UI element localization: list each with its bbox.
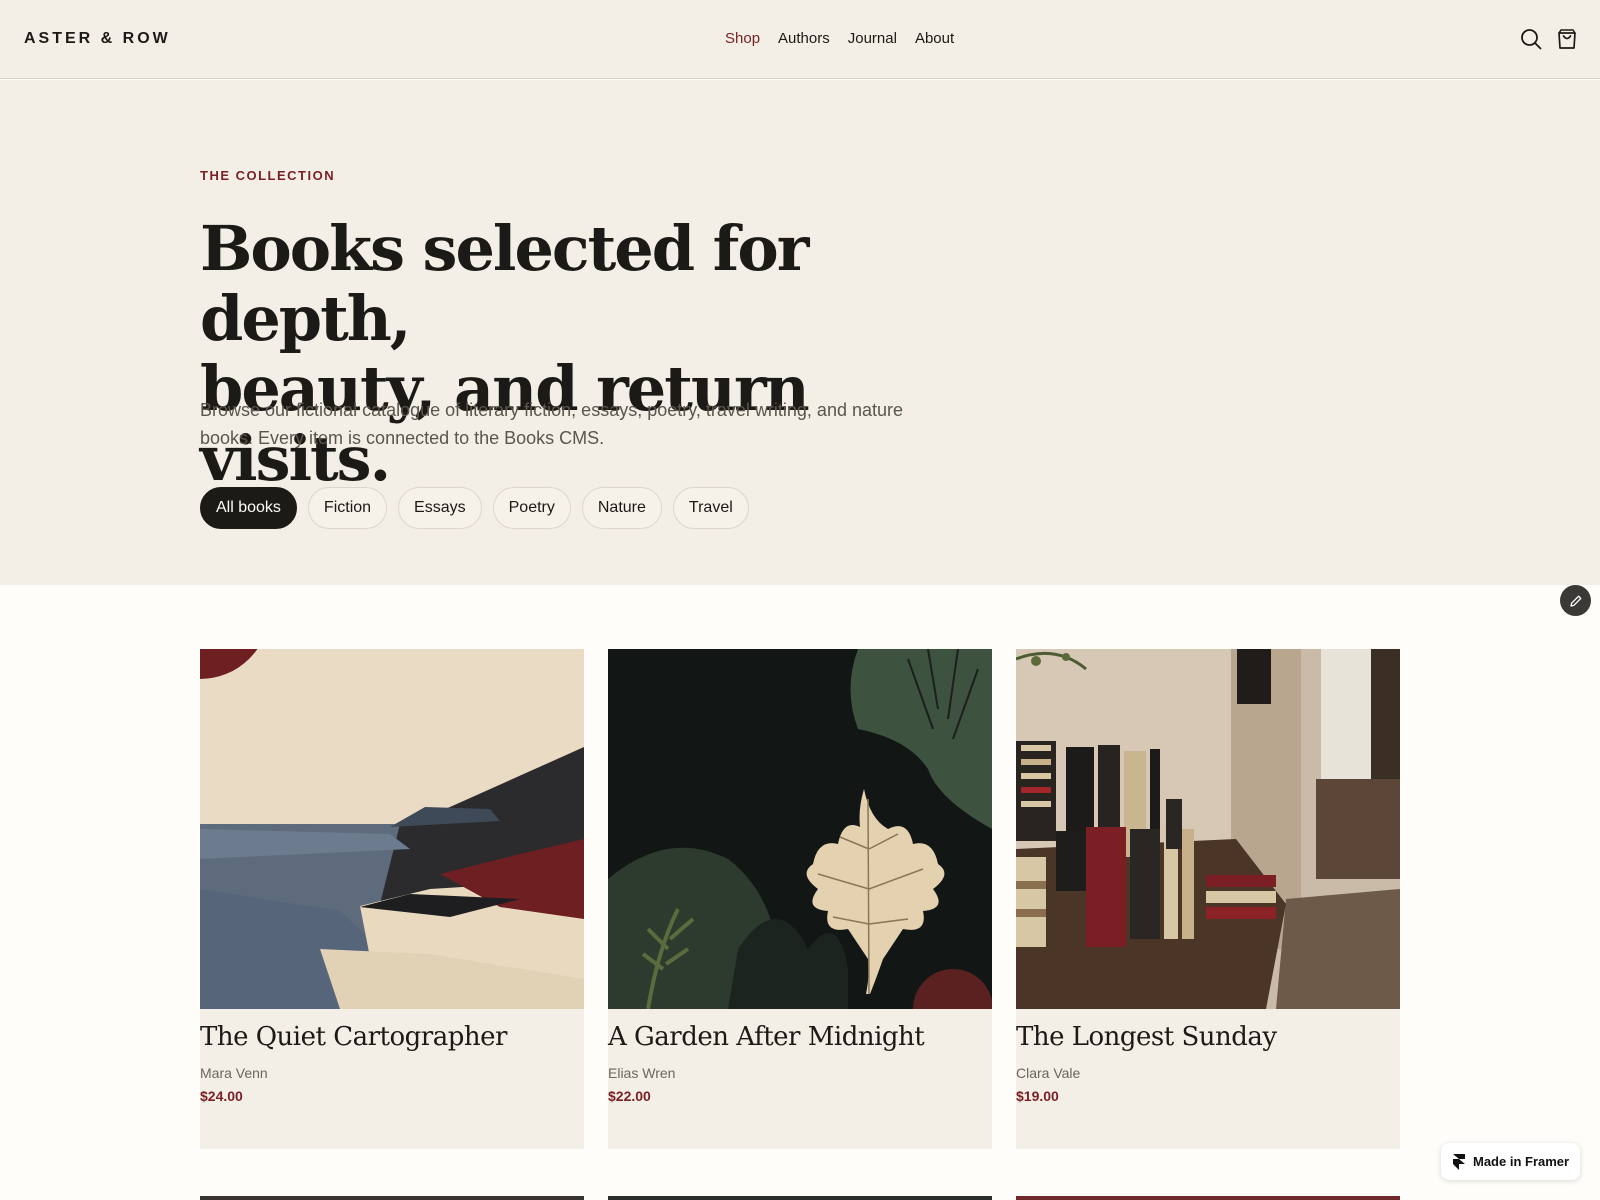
book-author: Mara Venn [200, 1065, 268, 1081]
cart-icon[interactable] [1556, 28, 1578, 50]
collection-hero: THE COLLECTION Books selected for depth,… [0, 80, 1600, 585]
top-navigation-bar: ASTER & ROW Shop Authors Journal About [0, 0, 1600, 79]
book-price: $24.00 [200, 1088, 243, 1104]
book-cover-image [1016, 649, 1400, 1009]
category-filters: All books Fiction Essays Poetry Nature T… [200, 487, 749, 529]
page-title-line-1: Books selected for depth, [200, 212, 809, 355]
nav-item-about[interactable]: About [915, 30, 954, 47]
filter-nature[interactable]: Nature [581, 487, 662, 529]
made-in-framer-label: Made in Framer [1473, 1154, 1570, 1169]
book-title[interactable]: The Longest Sunday [1016, 1022, 1277, 1052]
filter-travel[interactable]: Travel [672, 487, 749, 529]
book-title[interactable]: The Quiet Cartographer [200, 1022, 507, 1052]
framer-logo-icon [1453, 1153, 1465, 1170]
nav-item-authors[interactable]: Authors [778, 30, 830, 47]
filter-all-books[interactable]: All books [200, 487, 297, 529]
book-card[interactable]: The Quiet Cartographer Mara Venn $24.00 [200, 649, 584, 1149]
next-row-card-peek [608, 1196, 992, 1200]
book-card[interactable]: A Garden After Midnight Elias Wren $22.0… [608, 649, 992, 1149]
book-price: $19.00 [1016, 1088, 1059, 1104]
page-description: Browse our fictional catalogue of litera… [200, 400, 904, 448]
edit-pencil-button[interactable] [1560, 585, 1591, 616]
next-row-card-peek [1016, 1196, 1400, 1200]
made-in-framer-badge[interactable]: Made in Framer [1441, 1143, 1580, 1180]
brand-logo[interactable]: ASTER & ROW [24, 30, 171, 48]
book-title[interactable]: A Garden After Midnight [608, 1022, 925, 1052]
main-nav: Shop Authors Journal About [725, 30, 954, 47]
book-price: $22.00 [608, 1088, 651, 1104]
book-cover-image [608, 649, 992, 1009]
book-author: Clara Vale [1016, 1065, 1081, 1081]
filter-poetry[interactable]: Poetry [492, 487, 571, 529]
search-icon[interactable] [1520, 28, 1542, 50]
section-eyebrow: THE COLLECTION [200, 168, 336, 183]
filter-essays[interactable]: Essays [398, 487, 482, 529]
header-actions [1520, 28, 1578, 50]
pencil-icon [1569, 595, 1581, 607]
filter-fiction[interactable]: Fiction [307, 487, 388, 529]
page-title: Books selected for depth, beauty, and re… [200, 214, 960, 494]
next-row-card-peek [200, 1196, 584, 1200]
nav-item-shop[interactable]: Shop [725, 30, 760, 47]
nav-item-journal[interactable]: Journal [848, 30, 897, 47]
book-cover-image [200, 649, 584, 1009]
book-card[interactable]: The Longest Sunday Clara Vale $19.00 [1016, 649, 1400, 1149]
book-author: Elias Wren [608, 1065, 676, 1081]
